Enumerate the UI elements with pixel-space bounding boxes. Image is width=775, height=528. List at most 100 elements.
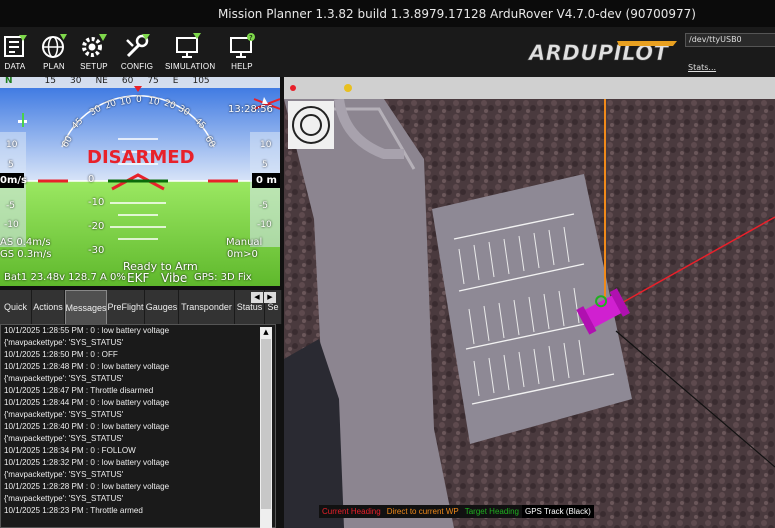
- message-line: 10/1/2025 1:28:48 PM : 0 : low battery v…: [4, 362, 170, 371]
- message-line: 10/1/2025 1:28:34 PM : 0 : FOLLOW: [4, 446, 136, 455]
- message-line: {'mavpackettype': 'SYS_STATUS': [4, 470, 124, 479]
- legend-target-heading: Target Heading: [464, 507, 519, 516]
- altitude-tape-label: 5: [262, 160, 268, 170]
- message-line: 10/1/2025 1:28:55 PM : 0 : low battery v…: [4, 326, 170, 335]
- roll-label: 0: [136, 95, 142, 105]
- toolbar-simulation-label: SIMULATION: [165, 62, 216, 71]
- flight-mode: Manual: [226, 237, 263, 248]
- help-icon: ?: [230, 33, 255, 58]
- heading-label-75: 75: [147, 77, 159, 86]
- message-line: 10/1/2025 1:28:32 PM : 0 : low battery v…: [4, 458, 170, 467]
- ardupilot-logo: ARDUPILOT: [527, 41, 677, 65]
- toolbar-help-button[interactable]: ? HELP: [219, 29, 265, 75]
- title-bar: Mission Planner 1.3.82 build 1.3.8979.17…: [0, 0, 775, 27]
- simulation-icon: [176, 33, 201, 58]
- message-line: 10/1/2025 1:28:44 PM : 0 : low battery v…: [4, 398, 170, 407]
- speed-tape-label: -10: [4, 220, 19, 230]
- messages-log[interactable]: 10/1/2025 1:28:55 PM : 0 : low battery v…: [0, 324, 276, 528]
- altitude-readout: 0 m: [256, 175, 277, 186]
- message-line: 10/1/2025 1:28:40 PM : 0 : low battery v…: [4, 422, 170, 431]
- message-line: 10/1/2025 1:28:28 PM : 0 : low battery v…: [4, 482, 170, 491]
- altitude-tape-label: -5: [259, 201, 268, 211]
- messages-scrollbar[interactable]: ▲: [260, 327, 272, 528]
- main-toolbar: DATA PLAN SETUP CONFIG SIMULATION ? HELP…: [0, 27, 775, 77]
- pitch-label: -10: [88, 197, 105, 208]
- ekf-status[interactable]: EKF: [127, 271, 149, 285]
- satellite-map[interactable]: [284, 99, 775, 528]
- toolbar-simulation-button[interactable]: SIMULATION: [165, 29, 216, 75]
- scroll-up-icon[interactable]: ▲: [260, 327, 272, 337]
- pitch-label: -20: [88, 221, 105, 232]
- tab-gauges[interactable]: Gauges: [145, 290, 179, 324]
- port-value: /dev/ttyUSB0: [689, 35, 742, 44]
- tab-scroll-right-button[interactable]: ▶: [264, 292, 276, 303]
- legend-direct-to-wp: Direct to current WP: [386, 507, 459, 516]
- altitude-tape-label: -10: [257, 220, 272, 230]
- gps-status: GPS: 3D Fix: [194, 272, 252, 283]
- legend-gps-track: GPS Track (Black): [521, 505, 594, 518]
- connection-port-select[interactable]: /dev/ttyUSB0: [685, 33, 775, 47]
- config-icon: [126, 34, 150, 58]
- tab-actions[interactable]: Actions: [32, 290, 65, 324]
- plan-icon: [42, 34, 67, 58]
- message-line: {'mavpackettype': 'SYS_STATUS': [4, 494, 124, 503]
- toolbar-config-label: CONFIG: [120, 62, 154, 71]
- map-compass-control[interactable]: [288, 101, 334, 149]
- svg-text:?: ?: [249, 34, 253, 42]
- pitch-label: -30: [88, 245, 105, 256]
- tab-scroll-arrows: ◀ ▶: [251, 292, 276, 303]
- map-legend: Current Heading Direct to current WP Tar…: [319, 505, 594, 518]
- waypoint-distance: 0m>0: [227, 249, 258, 260]
- legend-current-heading: Current Heading: [322, 507, 381, 516]
- message-line: 10/1/2025 1:28:50 PM : 0 : OFF: [4, 350, 118, 359]
- message-line: {'mavpackettype': 'SYS_STATUS': [4, 374, 124, 383]
- message-line: {'mavpackettype': 'SYS_STATUS': [4, 338, 124, 347]
- heading-label-e: E: [172, 77, 179, 86]
- tab-transponder[interactable]: Transponder: [179, 290, 235, 324]
- airspeed-readout: AS 0.4m/s: [0, 237, 51, 248]
- stats-link[interactable]: Stats...: [688, 63, 716, 72]
- message-line: {'mavpackettype': 'SYS_STATUS': [4, 410, 124, 419]
- heading-label-n: N: [5, 77, 13, 86]
- tab-messages[interactable]: Messages: [65, 290, 107, 324]
- altitude-tape-label: 10: [260, 140, 272, 150]
- arm-status: DISARMED: [87, 147, 195, 168]
- vibe-status[interactable]: Vibe: [161, 271, 187, 285]
- tab-scroll-left-button[interactable]: ◀: [251, 292, 263, 303]
- heading-label-105: 105: [192, 77, 210, 86]
- flight-data-tabs: Quick Actions Messages PreFlight Gauges …: [0, 290, 282, 324]
- battery-status: Bat1 23.48v 128.7 A 0%: [4, 272, 126, 283]
- map-panel: [284, 77, 775, 528]
- toolbar-setup-label: SETUP: [80, 62, 108, 71]
- toolbar-setup-button[interactable]: SETUP: [71, 29, 117, 75]
- speed-tape-label: 5: [8, 160, 14, 170]
- pitch-label: 0: [88, 174, 95, 185]
- speed-readout: 0m/s: [0, 175, 27, 186]
- scrollbar-thumb[interactable]: [261, 339, 271, 509]
- hud-clock: 13:28:56: [228, 104, 273, 115]
- speed-tape-label: 10: [6, 140, 18, 150]
- tab-preflight[interactable]: PreFlight: [107, 290, 145, 324]
- data-icon: [4, 35, 27, 57]
- message-line: 10/1/2025 1:28:47 PM : Throttle disarmed: [4, 386, 154, 395]
- tab-quick[interactable]: Quick: [0, 290, 32, 324]
- message-line: 10/1/2025 1:28:23 PM : Throttle armed: [4, 506, 143, 515]
- window-title: Mission Planner 1.3.82 build 1.3.8979.17…: [217, 6, 696, 21]
- toolbar-config-button[interactable]: CONFIG: [114, 29, 160, 75]
- heading-label-15: 15: [44, 77, 56, 86]
- message-line: {'mavpackettype': 'SYS_STATUS': [4, 434, 124, 443]
- hud-panel: N 15 30 NE 60 75 E 105 60 45 30 20 10 0 …: [0, 77, 280, 286]
- toolbar-help-label: HELP: [231, 62, 253, 71]
- heading-labels: N 15 30 NE 60 75 E 105: [5, 77, 280, 86]
- mission-planner-window: Mission Planner 1.3.82 build 1.3.8979.17…: [0, 0, 775, 528]
- heading-label-ne: NE: [95, 77, 108, 86]
- groundspeed-readout: GS 0.3m/s: [0, 249, 52, 260]
- heading-label-60: 60: [121, 77, 134, 86]
- speed-tape-label: -5: [6, 201, 15, 211]
- map-imagery: [284, 99, 775, 528]
- setup-icon: [82, 34, 107, 57]
- roll-label: 10: [119, 96, 133, 108]
- heading-label-30: 30: [70, 77, 82, 86]
- roll-label: 10: [147, 96, 161, 108]
- map-status-dots: [290, 84, 352, 92]
